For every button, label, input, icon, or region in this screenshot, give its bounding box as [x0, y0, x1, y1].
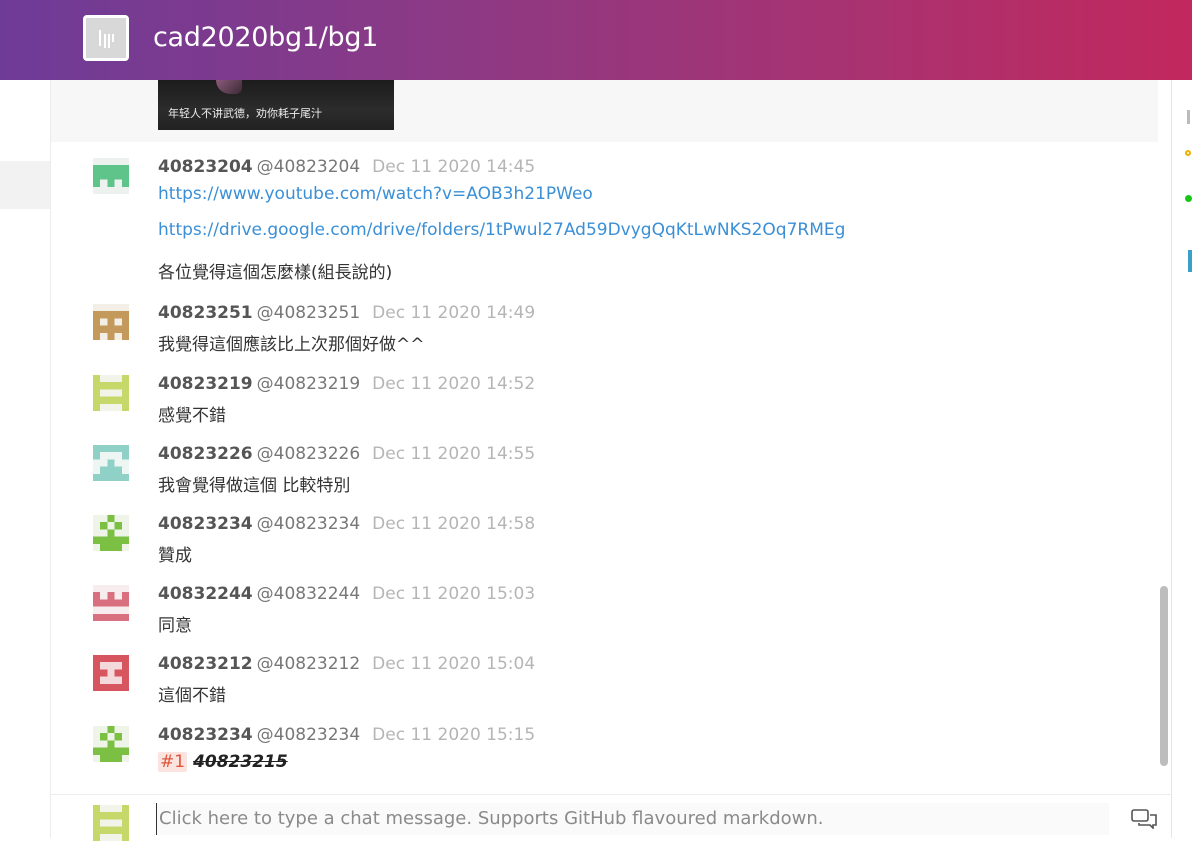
message-text: 我覺得這個應該比上次那個好做^^	[158, 335, 425, 355]
user-avatar[interactable]	[93, 304, 129, 340]
message-text: 贊成	[158, 546, 192, 566]
previous-message: 年轻人不讲武德，劝你耗子尾汁	[51, 80, 1158, 142]
message-link[interactable]: https://drive.google.com/drive/folders/1…	[158, 220, 845, 240]
user-avatar[interactable]	[93, 585, 129, 621]
message-display-name[interactable]: 40823234	[158, 725, 253, 745]
user-avatar[interactable]	[93, 726, 129, 762]
chat-input[interactable]: Click here to type a chat message. Suppo…	[156, 803, 1109, 835]
status-ring-icon	[1185, 150, 1191, 156]
message-display-name[interactable]: 40823212	[158, 654, 253, 674]
message-display-name[interactable]: 40823251	[158, 303, 253, 323]
message-timestamp[interactable]: Dec 11 2020 15:03	[372, 584, 535, 604]
struck-text: 40823215	[193, 752, 288, 772]
message-username[interactable]: @40823234	[257, 514, 361, 534]
message-image[interactable]: 年轻人不讲武德，劝你耗子尾汁	[158, 80, 394, 130]
left-room-list	[0, 80, 51, 838]
message-timestamp[interactable]: Dec 11 2020 15:15	[372, 725, 535, 745]
room-title[interactable]: cad2020bg1/bg1	[153, 22, 378, 53]
message-timestamp[interactable]: Dec 11 2020 14:52	[372, 374, 535, 394]
chat-scrollbar-thumb[interactable]	[1160, 586, 1168, 766]
message-link[interactable]: https://www.youtube.com/watch?v=AOB3h21P…	[158, 184, 593, 204]
online-dot-icon	[1185, 195, 1192, 202]
issue-reference[interactable]: #1	[158, 752, 188, 772]
message-username[interactable]: @40823204	[257, 157, 361, 177]
user-avatar[interactable]	[93, 375, 129, 411]
message-username[interactable]: @40823251	[257, 303, 361, 323]
room-header: cad2020bg1/bg1	[0, 0, 1192, 80]
message-username[interactable]: @40823212	[257, 654, 361, 674]
message-display-name[interactable]: 40823204	[158, 157, 253, 177]
chat-bubbles-icon[interactable]	[1131, 809, 1157, 829]
user-avatar[interactable]	[93, 445, 129, 481]
message-text: 各位覺得這個怎麼樣(組長說的)	[158, 263, 393, 283]
user-avatar[interactable]	[93, 655, 129, 691]
message-timestamp[interactable]: Dec 11 2020 14:49	[372, 303, 535, 323]
message-username[interactable]: @40823219	[257, 374, 361, 394]
message-text: 感覺不錯	[158, 406, 226, 426]
image-caption: 年轻人不讲武德，劝你耗子尾汁	[168, 107, 322, 120]
user-avatar[interactable]	[93, 158, 129, 194]
right-sidebar-accent	[1188, 250, 1192, 272]
right-sidebar-marker	[1187, 110, 1190, 124]
message-timestamp[interactable]: Dec 11 2020 14:45	[372, 157, 535, 177]
current-user-avatar[interactable]	[93, 805, 129, 841]
message-display-name[interactable]: 40832244	[158, 584, 253, 604]
message-username[interactable]: @40823226	[257, 444, 361, 464]
chat-composer: Click here to type a chat message. Suppo…	[51, 794, 1171, 841]
selected-room-item[interactable]	[0, 161, 50, 209]
message-display-name[interactable]: 40823219	[158, 374, 253, 394]
chat-message-list: 年轻人不讲武德，劝你耗子尾汁 40823204 @40823204 Dec 11 2…	[51, 80, 1158, 794]
right-sidebar	[1171, 80, 1192, 838]
message-display-name[interactable]: 40823226	[158, 444, 253, 464]
message-timestamp[interactable]: Dec 11 2020 14:58	[372, 514, 535, 534]
message-username[interactable]: @40823234	[257, 725, 361, 745]
user-avatar[interactable]	[93, 515, 129, 551]
room-avatar[interactable]	[83, 15, 129, 61]
message-timestamp[interactable]: Dec 11 2020 14:55	[372, 444, 535, 464]
message-display-name[interactable]: 40823234	[158, 514, 253, 534]
message-text: 同意	[158, 616, 192, 636]
room-logo-icon	[99, 30, 114, 48]
message-username[interactable]: @40832244	[257, 584, 361, 604]
message-text: 這個不錯	[158, 686, 226, 706]
message-text: 我會覺得做這個 比較特別	[158, 476, 351, 496]
message-timestamp[interactable]: Dec 11 2020 15:04	[372, 654, 535, 674]
